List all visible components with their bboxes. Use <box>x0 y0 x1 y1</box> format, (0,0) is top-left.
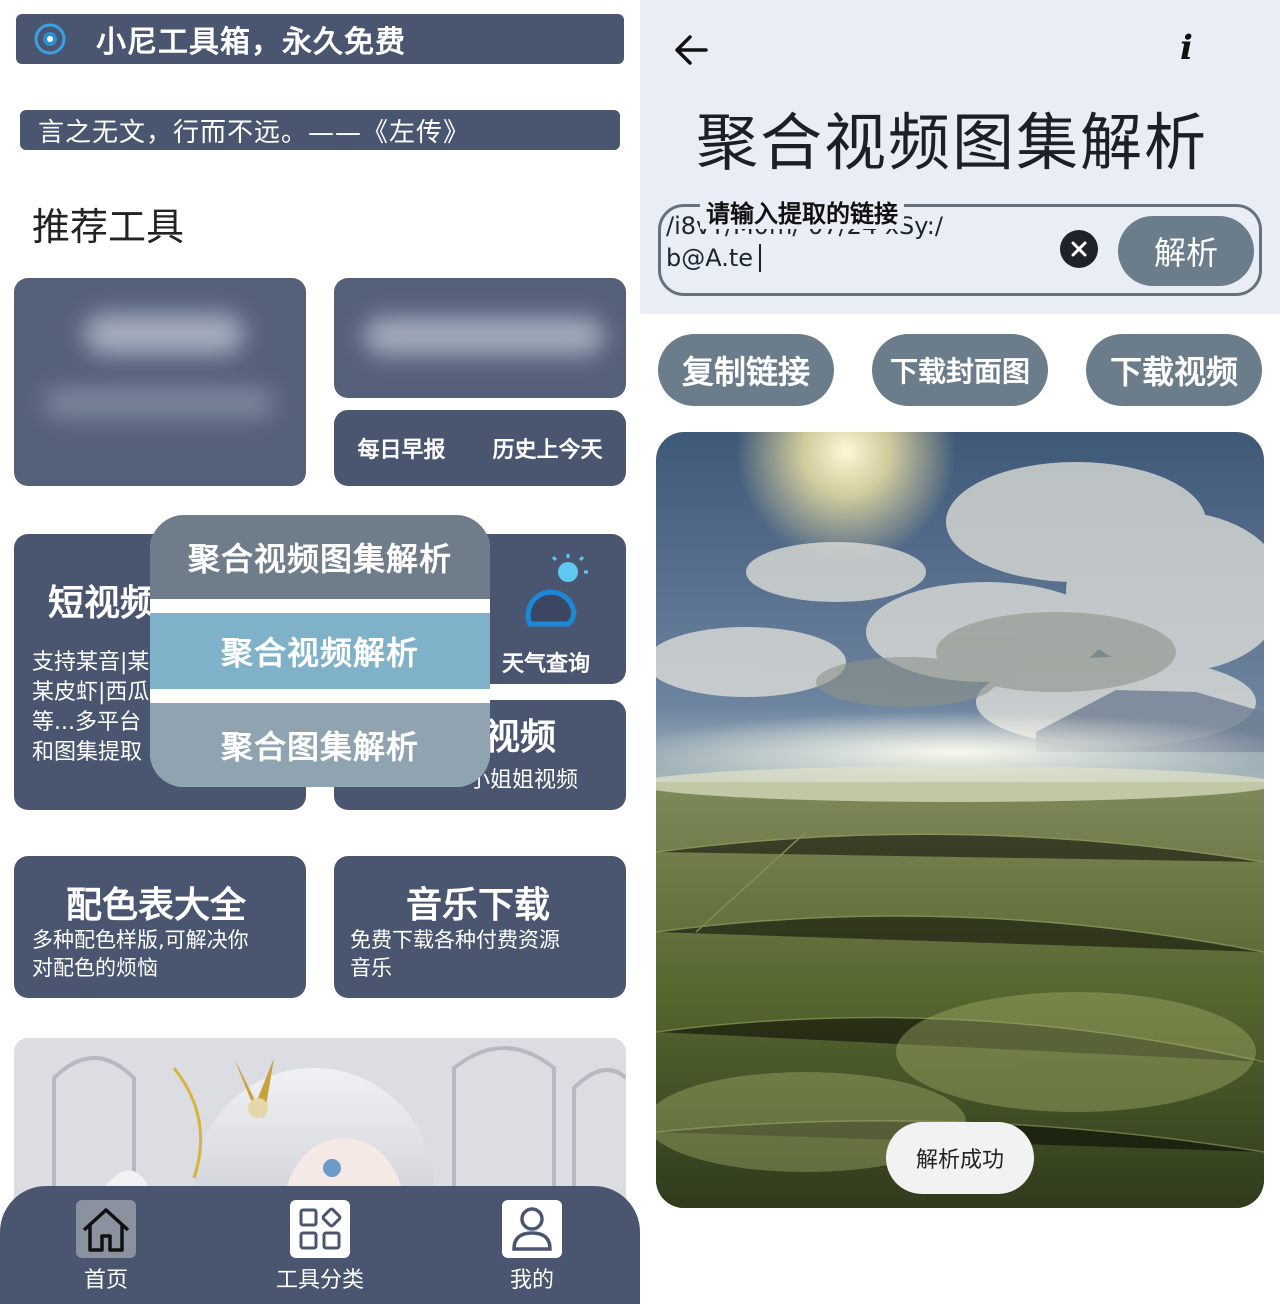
blurred-tool-card[interactable] <box>14 278 306 486</box>
download-cover-button[interactable]: 下载封面图 <box>872 334 1048 406</box>
popup-item-video[interactable]: 聚合视频解析 <box>150 613 490 689</box>
page-title: 聚合视频图集解析 <box>696 106 1209 179</box>
app-title: 小尼工具箱，永久免费 <box>96 25 406 60</box>
section-title: 推荐工具 <box>32 205 185 249</box>
home-icon <box>76 1200 136 1258</box>
nav-categories-label: 工具分类 <box>275 1268 364 1293</box>
url-input-label: 请输入提取的链接 <box>700 194 904 229</box>
daily-news-card[interactable]: 每日早报 历史上今天 <box>334 410 626 486</box>
music-download-tile[interactable]: 音乐下载 免费下载各种付费资源 音乐 <box>334 856 626 998</box>
bottom-navigation: 首页 工具分类 我的 <box>0 1186 640 1304</box>
history-today-link[interactable]: 历史上今天 <box>492 432 602 464</box>
girl-video-title: 视频 <box>484 717 557 758</box>
app-logo-icon <box>30 19 70 59</box>
nav-profile[interactable]: 我的 <box>472 1200 592 1294</box>
parse-menu-popup: 聚合视频图集解析 聚合视频解析 聚合图集解析 <box>150 515 490 787</box>
parse-button[interactable]: 解析 <box>1118 216 1254 286</box>
nav-home[interactable]: 首页 <box>46 1200 166 1294</box>
weather-label: 天气查询 <box>502 652 591 677</box>
color-table-title: 配色表大全 <box>66 885 247 926</box>
weather-icon <box>510 550 594 634</box>
daily-quote: 言之无文，行而不远。——《左传》 <box>20 110 620 150</box>
home-screen: 小尼工具箱，永久免费 言之无文，行而不远。——《左传》 推荐工具 每日早报 历史… <box>0 0 640 1304</box>
user-icon <box>502 1200 562 1258</box>
music-title: 音乐下载 <box>406 885 551 926</box>
color-table-desc: 多种配色样版,可解决你 对配色的烦恼 <box>32 928 249 980</box>
grid-icon <box>290 1200 350 1258</box>
blurred-banner-card[interactable] <box>334 278 626 398</box>
short-video-title: 短视频 <box>48 583 157 624</box>
clear-icon[interactable] <box>1060 230 1098 268</box>
music-desc: 免费下载各种付费资源 音乐 <box>350 928 560 980</box>
nav-profile-label: 我的 <box>509 1268 554 1293</box>
nav-categories[interactable]: 工具分类 <box>260 1200 380 1294</box>
popup-item-video-gallery[interactable]: 聚合视频图集解析 <box>150 515 490 599</box>
nav-home-label: 首页 <box>83 1268 128 1293</box>
app-header: 小尼工具箱，永久免费 <box>16 14 624 64</box>
popup-item-gallery[interactable]: 聚合图集解析 <box>150 703 490 787</box>
daily-news-link[interactable]: 每日早报 <box>357 432 445 464</box>
download-video-button[interactable]: 下载视频 <box>1086 334 1262 406</box>
color-table-tile[interactable]: 配色表大全 多种配色样版,可解决你 对配色的烦恼 <box>14 856 306 998</box>
short-video-desc: 支持某音|某 某皮虾|西瓜 等...多平台 和图集提取 <box>32 650 150 765</box>
video-cover-preview <box>656 432 1264 1208</box>
toast-message: 解析成功 <box>886 1122 1034 1194</box>
parser-screen: i 聚合视频图集解析 /i8vY/M0m/ 07/24 xSy:/ b@A.te… <box>640 0 1280 1304</box>
copy-link-button[interactable]: 复制链接 <box>658 334 834 406</box>
info-icon[interactable]: i <box>1180 28 1210 72</box>
back-arrow-icon[interactable] <box>670 28 714 72</box>
